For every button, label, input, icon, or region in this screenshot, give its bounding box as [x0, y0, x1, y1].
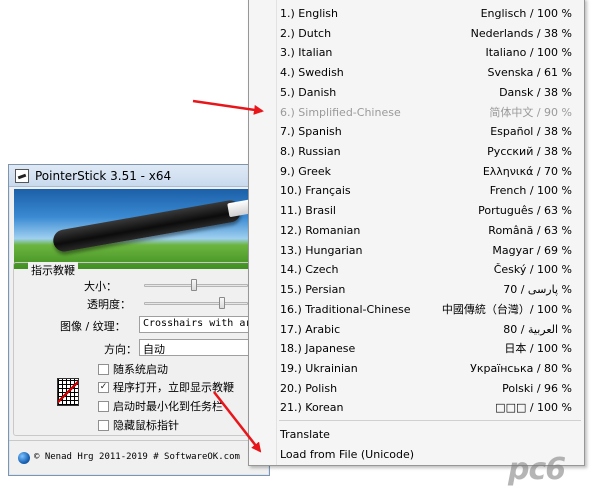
arrow-to-simplified-chinese [192, 99, 264, 115]
watermark-logo: pc6 [508, 452, 566, 487]
annotation-arrows [192, 99, 264, 453]
arrow-to-load-from-file [213, 391, 262, 453]
